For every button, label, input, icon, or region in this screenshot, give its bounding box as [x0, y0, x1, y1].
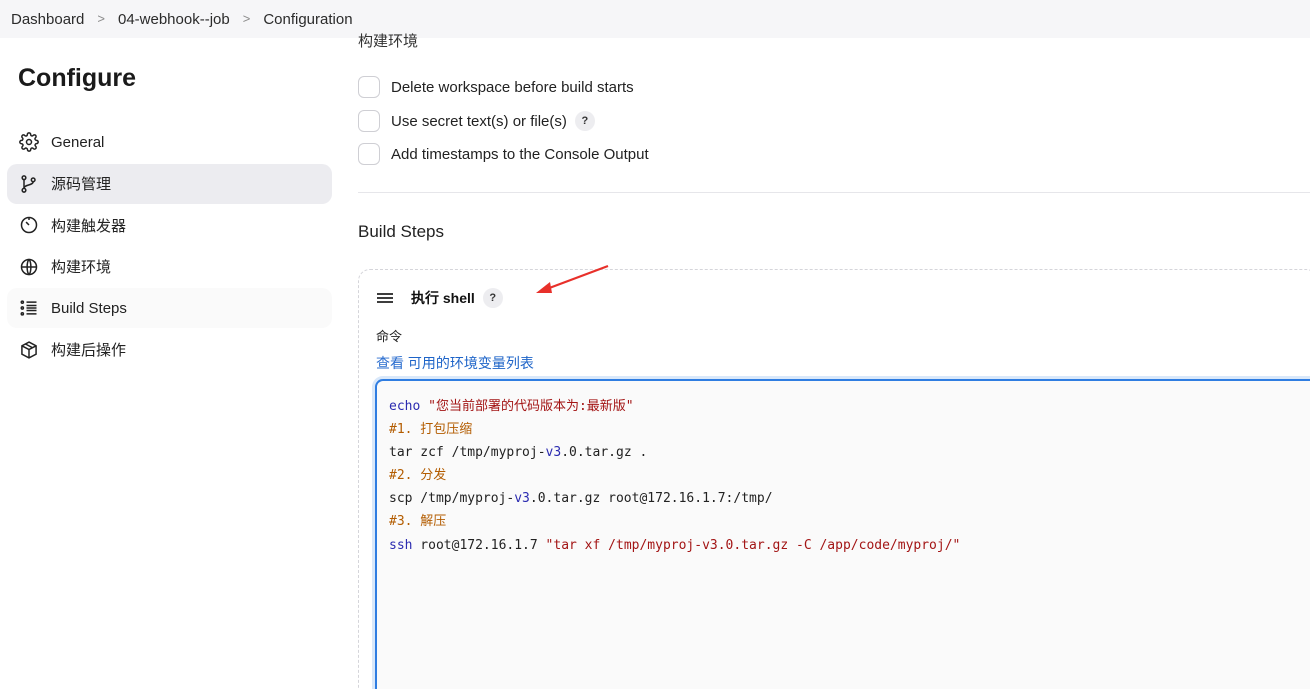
build-step-card: 执行 shell ? 命令 查看 可用的环境变量列表 echo "您当前部署的代…: [358, 269, 1310, 689]
code-token: #2. 分发: [389, 468, 447, 484]
env-variables-link[interactable]: 可用的环境变量列表: [408, 355, 534, 371]
breadcrumb-separator: >: [97, 10, 105, 26]
code-line: echo "您当前部署的代码版本为:最新版": [389, 395, 1310, 418]
code-token: root@172.16.1.7: [412, 537, 546, 553]
build-steps-title: Build Steps: [358, 222, 444, 241]
help-icon[interactable]: ?: [574, 111, 595, 131]
sidebar-item-build-environment[interactable]: 构建环境: [7, 247, 332, 287]
sidebar-item-label: 构建后操作: [51, 342, 127, 360]
code-line: #2. 分发: [389, 464, 1310, 487]
code-line: tar zcf /tmp/myproj-v3.0.tar.gz .: [389, 441, 1310, 464]
gear-icon: [19, 132, 39, 152]
breadcrumb: Dashboard > 04-webhook--job > Configurat…: [0, 0, 1310, 38]
section-label-build-environment: 构建环境: [358, 33, 419, 50]
checkbox-delete-workspace[interactable]: [358, 76, 380, 98]
env-prefix: 查看: [376, 355, 404, 371]
package-icon: [19, 340, 39, 360]
checkbox-timestamps[interactable]: [358, 143, 380, 165]
code-token: tar zcf /tmp/myproj-: [389, 445, 546, 461]
code-token: .0.tar.gz root@172.16.1.7:/tmp/: [529, 491, 773, 507]
sidebar-item-build-steps[interactable]: Build Steps: [7, 288, 332, 329]
code-token: echo: [389, 399, 421, 414]
code-line: ssh root@172.16.1.7 "tar xf /tmp/myproj-…: [389, 534, 1310, 557]
drag-handle-icon[interactable]: [376, 289, 394, 307]
globe-icon: [19, 257, 39, 277]
page-title: Configure: [18, 64, 137, 92]
code-token: "您当前部署的代码版本为:最新版": [428, 399, 634, 414]
code-line: #1. 打包压缩: [389, 418, 1310, 441]
sidebar-item-label: 源码管理: [51, 176, 112, 194]
sidebar-item-label: Build Steps: [51, 299, 127, 317]
code-token: ssh: [389, 537, 413, 553]
sidebar-nav: General 源码管理 构建触发器 构建环境 Build Steps 构建后操…: [7, 122, 332, 372]
code-token: v3: [545, 445, 562, 461]
option-label: Delete workspace before build starts: [391, 78, 634, 96]
breadcrumb-job[interactable]: 04-webhook--job: [118, 11, 230, 28]
option-label: Use secret text(s) or file(s): [391, 112, 567, 130]
breadcrumb-dashboard[interactable]: Dashboard: [11, 11, 84, 28]
option-secret-text: Use secret text(s) or file(s) ?: [358, 110, 595, 132]
env-variables-hint: 查看 可用的环境变量列表: [376, 353, 534, 373]
help-icon[interactable]: ?: [482, 288, 503, 308]
code-token: #1. 打包压缩: [389, 422, 473, 438]
code-token: scp /tmp/myproj-: [389, 491, 515, 507]
code-token: #3. 解压: [389, 514, 447, 530]
sidebar-item-post-build[interactable]: 构建后操作: [7, 330, 332, 370]
option-label: Add timestamps to the Console Output: [391, 145, 649, 163]
checkbox-secret-text[interactable]: [358, 110, 380, 132]
breadcrumb-separator: >: [242, 10, 251, 26]
code-line: scp /tmp/myproj-v3.0.tar.gz root@172.16.…: [389, 487, 1310, 510]
step-header: 执行 shell ?: [376, 288, 503, 308]
code-token: "tar xf /tmp/myproj-v3.0.tar.gz -C /app/…: [545, 537, 961, 553]
sidebar-item-label: 构建触发器: [51, 217, 127, 235]
list-icon: [19, 298, 39, 318]
step-title: 执行 shell: [411, 290, 475, 306]
annotation-arrow-icon: [536, 264, 609, 293]
section-divider: [358, 192, 1310, 193]
sidebar-item-scm[interactable]: 源码管理: [7, 163, 332, 204]
command-editor[interactable]: echo "您当前部署的代码版本为:最新版" #1. 打包压缩 tar zcf /t…: [375, 379, 1310, 689]
code-token: v3: [514, 491, 530, 507]
code-token: .0.tar.gz .: [561, 445, 648, 461]
option-timestamps: Add timestamps to the Console Output: [358, 143, 649, 165]
sidebar-item-triggers[interactable]: 构建触发器: [7, 205, 332, 245]
option-delete-workspace: Delete workspace before build starts: [358, 76, 634, 98]
command-label: 命令: [376, 329, 403, 344]
sidebar-item-label: General: [51, 133, 105, 151]
code-line: #3. 解压: [389, 510, 1310, 533]
breadcrumb-configuration[interactable]: Configuration: [263, 11, 352, 28]
sidebar-item-general[interactable]: General: [7, 122, 332, 162]
sidebar-item-label: 构建环境: [51, 259, 112, 277]
git-branch-icon: [19, 174, 39, 194]
timer-icon: [19, 215, 39, 235]
